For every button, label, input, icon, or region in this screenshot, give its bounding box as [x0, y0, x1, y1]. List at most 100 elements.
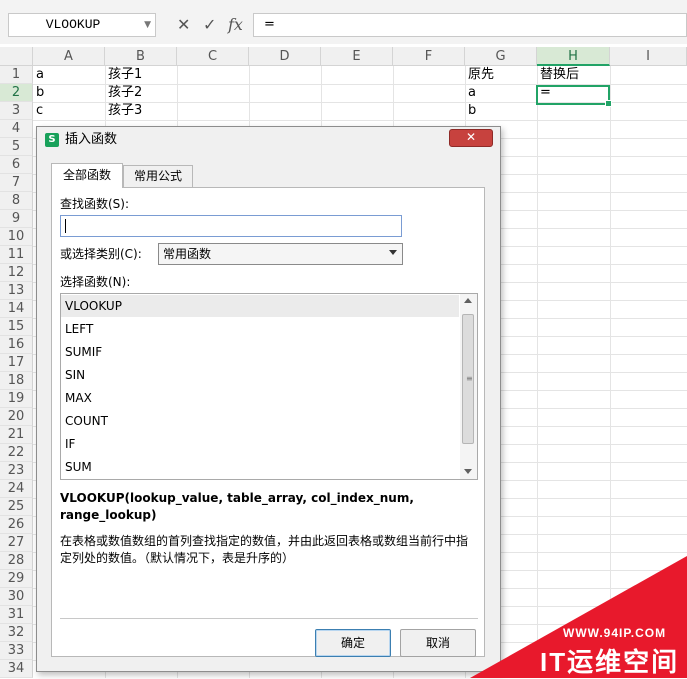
fill-handle[interactable]	[605, 100, 612, 107]
cell-b3[interactable]: 孩子3	[105, 102, 142, 120]
fx-icon[interactable]: fx	[228, 14, 243, 36]
row-header-6[interactable]: 6	[0, 156, 33, 174]
function-description: 在表格或数值数组的首列查找指定的数值，并由此返回表格或数组当前行中指定列处的数值…	[60, 534, 469, 565]
formula-text: =	[264, 17, 275, 32]
column-header-c[interactable]: C	[177, 47, 249, 66]
list-item[interactable]: SIN	[61, 364, 459, 386]
column-header-b[interactable]: B	[105, 47, 177, 66]
row-header-29[interactable]: 29	[0, 570, 33, 588]
cell-b1[interactable]: 孩子1	[105, 66, 142, 84]
list-item[interactable]: LEFT	[61, 318, 459, 340]
select-all-corner[interactable]	[0, 47, 33, 66]
row-header-12[interactable]: 12	[0, 264, 33, 282]
scrollbar-thumb[interactable]: ≡	[462, 314, 474, 444]
formula-bar: VLOOKUP ▼ ✕ ✓ fx =	[0, 0, 687, 44]
cell-b2[interactable]: 孩子2	[105, 84, 142, 102]
watermark-brand: IT运维空间	[540, 647, 680, 677]
row-header-32[interactable]: 32	[0, 624, 33, 642]
row-header-26[interactable]: 26	[0, 516, 33, 534]
tab-panel: 查找函数(S): 或选择类别(C): 常用函数 选择函数(N): VLOOKUP…	[51, 187, 485, 657]
row-header-1[interactable]: 1	[0, 66, 33, 84]
row-header-4[interactable]: 4	[0, 120, 33, 138]
scroll-up-icon[interactable]	[464, 298, 472, 303]
category-label: 或选择类别(C):	[60, 247, 142, 261]
list-item[interactable]: VLOOKUP	[61, 295, 459, 317]
cell-g3[interactable]: b	[465, 102, 476, 120]
dialog-tabs: 全部函数 常用公式 查找函数(S): 或选择类别(C): 常用函数 选择函数(N…	[51, 163, 485, 663]
tab-all-functions[interactable]: 全部函数	[51, 163, 123, 188]
grid-line	[33, 120, 687, 121]
column-header-i[interactable]: I	[610, 47, 687, 66]
list-item[interactable]: SUM	[61, 456, 459, 478]
column-header-e[interactable]: E	[321, 47, 393, 66]
category-value: 常用函数	[163, 247, 212, 261]
cell-a1[interactable]: a	[33, 66, 44, 84]
row-header-21[interactable]: 21	[0, 426, 33, 444]
row-header-24[interactable]: 24	[0, 480, 33, 498]
row-header-10[interactable]: 10	[0, 228, 33, 246]
function-list[interactable]: VLOOKUP LEFT SUMIF SIN MAX COUNT IF SUM …	[60, 293, 478, 480]
cancel-button[interactable]: 取消	[400, 629, 476, 657]
row-header-9[interactable]: 9	[0, 210, 33, 228]
formula-input[interactable]: =	[253, 13, 687, 37]
row-header-22[interactable]: 22	[0, 444, 33, 462]
scroll-down-icon[interactable]	[464, 469, 472, 474]
column-header-g[interactable]: G	[465, 47, 537, 66]
row-header-5[interactable]: 5	[0, 138, 33, 156]
app-icon: S	[45, 133, 59, 147]
row-header-8[interactable]: 8	[0, 192, 33, 210]
cancel-icon[interactable]: ✕	[177, 14, 190, 36]
row-header-27[interactable]: 27	[0, 534, 33, 552]
row-header-19[interactable]: 19	[0, 390, 33, 408]
row-header-2[interactable]: 2	[0, 84, 33, 102]
list-item[interactable]: SUMIF	[61, 341, 459, 363]
row-header-11[interactable]: 11	[0, 246, 33, 264]
grip-icon: ≡	[466, 374, 473, 383]
row-header-31[interactable]: 31	[0, 606, 33, 624]
column-header-d[interactable]: D	[249, 47, 321, 66]
row-header-25[interactable]: 25	[0, 498, 33, 516]
text-caret	[65, 219, 66, 233]
close-button[interactable]: ✕	[449, 129, 493, 147]
cell-g1[interactable]: 原先	[465, 66, 494, 84]
list-item[interactable]: MAX	[61, 387, 459, 409]
row-header-34[interactable]: 34	[0, 660, 33, 678]
row-header-13[interactable]: 13	[0, 282, 33, 300]
cell-a3[interactable]: c	[33, 102, 43, 120]
row-header-15[interactable]: 15	[0, 318, 33, 336]
row-header-30[interactable]: 30	[0, 588, 33, 606]
category-select[interactable]: 常用函数	[158, 243, 403, 265]
cell-h1[interactable]: 替换后	[537, 66, 579, 84]
enter-icon[interactable]: ✓	[203, 14, 216, 36]
row-header-17[interactable]: 17	[0, 354, 33, 372]
name-box[interactable]: VLOOKUP ▼	[8, 13, 156, 37]
list-scrollbar[interactable]: ≡	[460, 294, 477, 479]
list-item[interactable]: COUNT	[61, 410, 459, 432]
row-header-33[interactable]: 33	[0, 642, 33, 660]
dialog-titlebar[interactable]: S 插入函数 ✕	[37, 127, 500, 153]
row-header-7[interactable]: 7	[0, 174, 33, 192]
functions-label: 选择函数(N):	[60, 275, 131, 289]
row-header-20[interactable]: 20	[0, 408, 33, 426]
row-header-3[interactable]: 3	[0, 102, 33, 120]
cell-g2[interactable]: a	[465, 84, 476, 102]
ok-button[interactable]: 确定	[315, 629, 391, 657]
tab-common-formulas[interactable]: 常用公式	[123, 165, 193, 187]
active-cell-border[interactable]	[536, 85, 612, 107]
name-box-value: VLOOKUP	[45, 17, 101, 32]
insert-function-dialog: S 插入函数 ✕ 全部函数 常用公式 查找函数(S): 或选择类别(C): 常用…	[36, 126, 501, 672]
row-header-16[interactable]: 16	[0, 336, 33, 354]
cell-a2[interactable]: b	[33, 84, 44, 102]
row-header-18[interactable]: 18	[0, 372, 33, 390]
search-input[interactable]	[60, 215, 402, 237]
row-header-28[interactable]: 28	[0, 552, 33, 570]
chevron-down-icon[interactable]: ▼	[144, 16, 151, 34]
row-header-14[interactable]: 14	[0, 300, 33, 318]
list-item[interactable]: IF	[61, 433, 459, 455]
search-label: 查找函数(S):	[60, 197, 130, 211]
column-header-h[interactable]: H	[537, 47, 610, 66]
column-header-a[interactable]: A	[33, 47, 105, 66]
chevron-down-icon[interactable]	[389, 250, 397, 255]
column-header-f[interactable]: F	[393, 47, 465, 66]
row-header-23[interactable]: 23	[0, 462, 33, 480]
